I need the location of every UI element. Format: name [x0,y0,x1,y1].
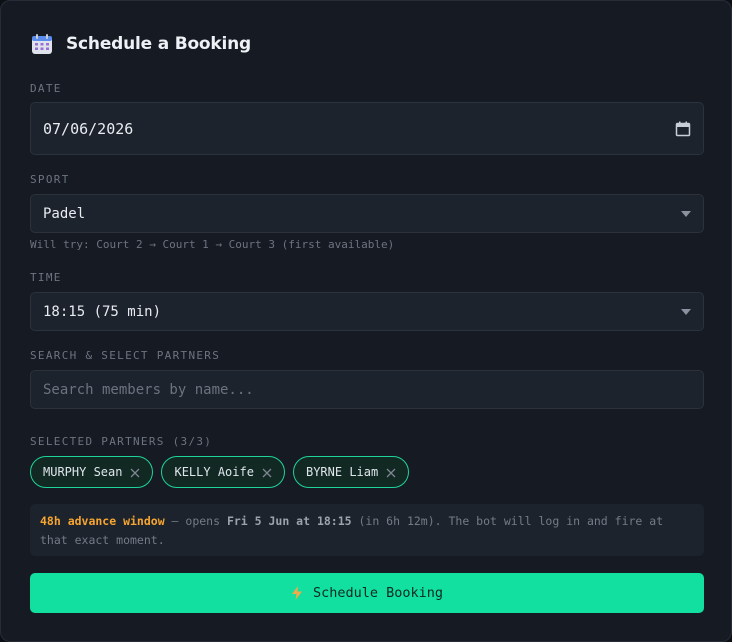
date-input[interactable]: 07/06/2026 [30,102,704,155]
sport-value: Padel [43,205,86,222]
date-value: 07/06/2026 [43,119,134,138]
time-select[interactable]: 18:15 (75 min) [30,292,704,331]
partner-name: KELLY Aoife [174,465,254,479]
partner-chip: BYRNE Liam [292,456,410,488]
partner-name: MURPHY Sean [43,465,123,479]
booking-panel: Schedule a Booking DATE 07/06/2026 SPORT… [0,0,732,642]
close-icon[interactable] [262,467,272,478]
notice-dash: — opens [164,514,227,528]
schedule-booking-label: Schedule Booking [312,585,444,601]
search-input[interactable]: Search members by name... [30,370,704,409]
header: Schedule a Booking [31,31,251,57]
lightning-icon [291,586,303,600]
page-title: Schedule a Booking [66,34,252,54]
chevron-down-icon [681,308,691,315]
notice-highlight: 48h advance window [40,514,165,528]
search-placeholder: Search members by name... [43,381,254,398]
sport-label: SPORT [30,173,70,186]
partner-chips: MURPHY Sean KELLY Aoife BYRNE Liam [30,456,410,488]
time-label: TIME [30,271,62,284]
search-label: SEARCH & SELECT PARTNERS [30,349,221,362]
partner-chip: MURPHY Sean [30,456,154,488]
advance-window-notice: 48h advance window — opens Fri 5 Jun at … [30,504,704,556]
chevron-down-icon [681,210,691,217]
close-icon[interactable] [130,467,140,478]
partner-chip: KELLY Aoife [161,456,285,488]
partner-name: BYRNE Liam [305,465,379,479]
close-icon[interactable] [386,467,396,478]
calendar-picker-icon[interactable] [675,121,691,137]
date-label: DATE [30,82,62,95]
time-value: 18:15 (75 min) [43,303,162,320]
partners-label: SELECTED PARTNERS (3/3) [30,435,213,448]
schedule-booking-button[interactable]: Schedule Booking [30,573,704,613]
sport-select[interactable]: Padel [30,194,704,233]
calendar-icon [31,33,53,55]
notice-opens-at: Fri 5 Jun at 18:15 [226,514,352,528]
court-hint: Will try: Court 2 → Court 1 → Court 3 (f… [30,238,395,251]
